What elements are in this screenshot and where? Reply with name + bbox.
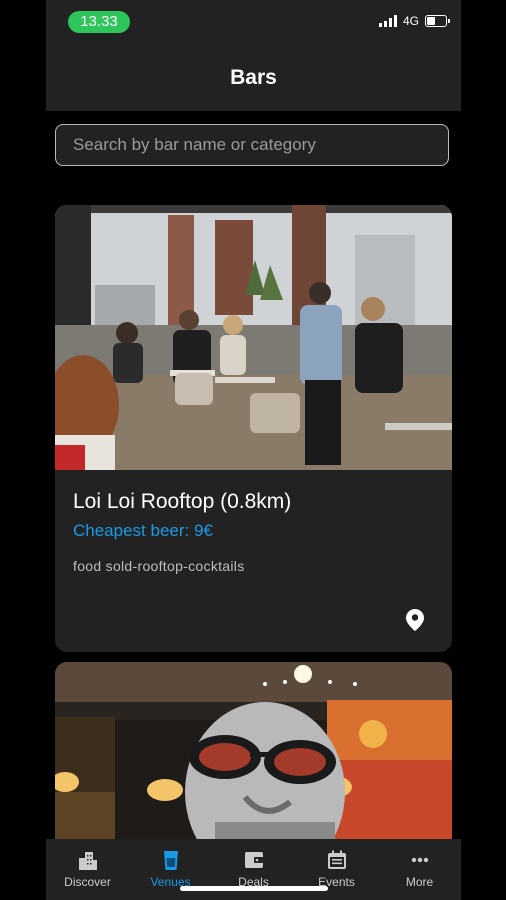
search-box[interactable] <box>55 124 449 166</box>
more-dots-icon <box>411 857 428 863</box>
signal-icon <box>378 15 397 27</box>
venue-name: Loi Loi Rooftop (0.8km) <box>73 490 292 513</box>
search-input[interactable] <box>56 125 448 165</box>
cheapest-beer: Cheapest beer: 9€ <box>73 521 213 540</box>
tab-label: More <box>405 875 434 889</box>
home-indicator[interactable] <box>180 886 328 891</box>
venue-card[interactable] <box>55 662 452 852</box>
battery-icon <box>425 15 450 27</box>
tab-label: Discover <box>64 875 111 889</box>
app-screen: 13.33 4G Bars Search by bar name or cate… <box>46 0 461 900</box>
status-icons: 4G <box>378 14 450 28</box>
beer-glass-icon <box>163 851 178 870</box>
wallet-icon <box>244 852 263 868</box>
location-pin-icon[interactable] <box>406 609 424 631</box>
page-title: Bars <box>230 66 277 89</box>
venue-tags: food sold-rooftop-cocktails <box>73 558 245 574</box>
top-bar: 13.33 4G Bars <box>46 0 461 111</box>
bar-mural-photo-image <box>55 662 452 852</box>
tab-discover[interactable]: Discover <box>46 839 129 900</box>
venue-photo <box>55 662 452 852</box>
venue-photo <box>55 205 452 470</box>
calendar-icon <box>327 850 346 869</box>
network-label: 4G <box>402 14 419 28</box>
city-icon <box>78 852 97 870</box>
tab-more[interactable]: More <box>378 839 461 900</box>
venue-card[interactable]: Loi Loi Rooftop (0.8km) Cheapest beer: 9… <box>55 205 452 652</box>
status-time: 13.33 <box>68 11 130 33</box>
rooftop-photo-image <box>55 205 452 470</box>
